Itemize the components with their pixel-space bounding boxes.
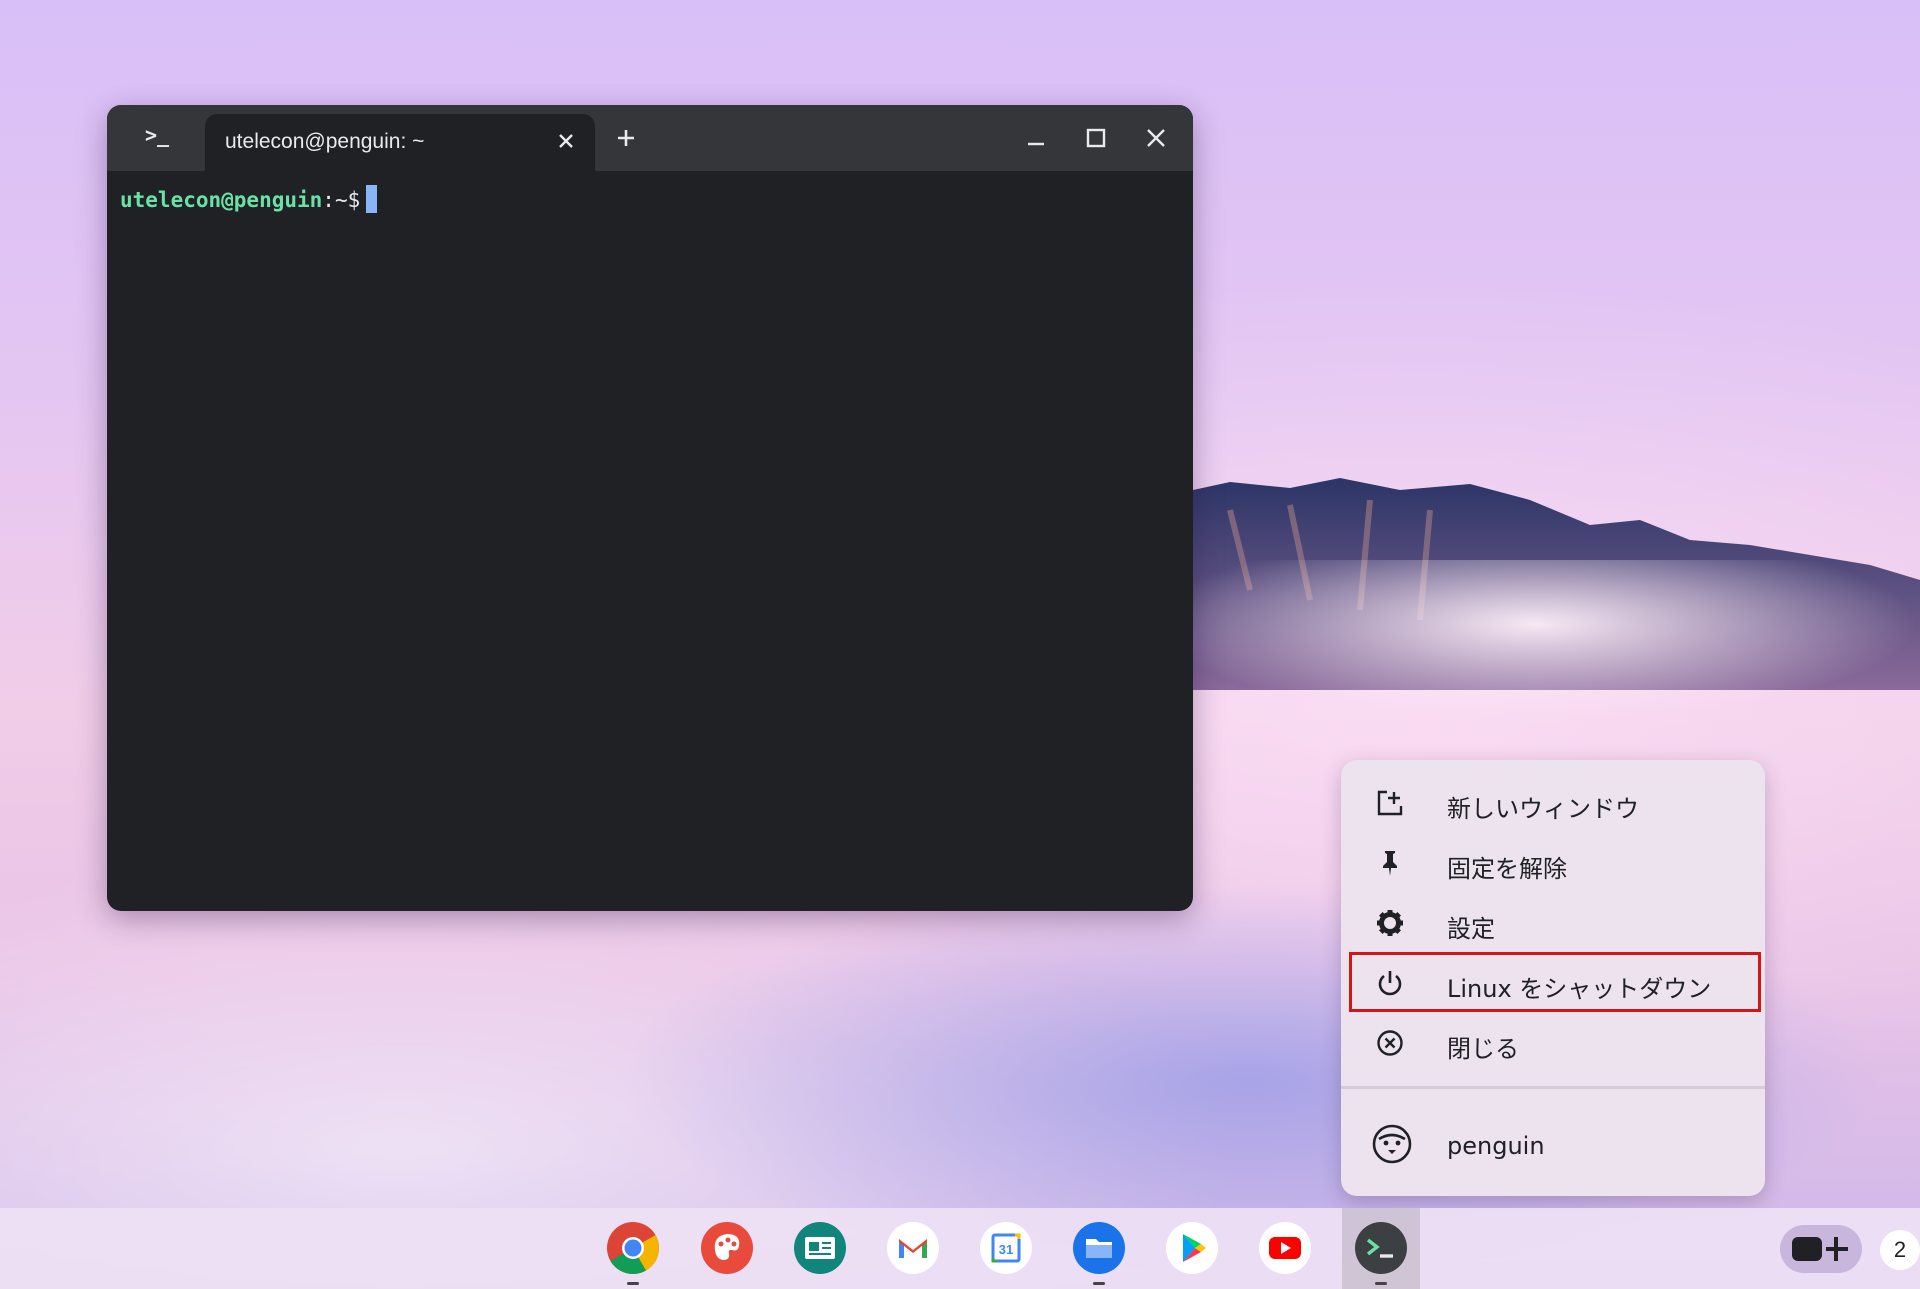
terminal-cursor <box>366 185 378 213</box>
new-tab-icon[interactable] <box>610 122 642 154</box>
unpin-icon <box>1383 851 1397 876</box>
running-indicator <box>627 1282 639 1285</box>
menu-item-close[interactable]: 閉じる <box>1341 1012 1765 1072</box>
menu-label: Linux をシャットダウン <box>1447 975 1712 1003</box>
prompt-path: :~$ <box>322 188 361 212</box>
running-indicator <box>1093 1282 1105 1285</box>
shelf: 31 2 <box>0 1208 1920 1289</box>
menu-label: 設定 <box>1447 915 1495 943</box>
terminal-window[interactable]: >_ utelecon@penguin: ~ utelecon@penguin:… <box>107 105 1193 911</box>
menu-label: 閉じる <box>1447 1035 1519 1063</box>
gear-icon <box>1377 910 1403 936</box>
minimize-icon[interactable] <box>1020 122 1052 154</box>
calendar-date-label: 31 <box>999 1242 1013 1257</box>
shell-prompt: utelecon@penguin:~$ <box>120 185 1180 213</box>
terminal-output[interactable]: utelecon@penguin:~$ <box>107 171 1193 911</box>
tab-title: utelecon@penguin: ~ <box>225 130 425 153</box>
menu-item-unpin[interactable]: 固定を解除 <box>1341 832 1765 892</box>
chrome-icon[interactable] <box>605 1220 661 1276</box>
menu-item-new-window[interactable]: 新しいウィンドウ <box>1341 772 1765 832</box>
files-icon[interactable] <box>1071 1220 1127 1276</box>
status-tray-pill[interactable] <box>1780 1225 1862 1273</box>
running-indicator <box>1375 1282 1387 1285</box>
tray-app-icon <box>1792 1237 1848 1261</box>
calendar-icon[interactable]: 31 <box>978 1220 1034 1276</box>
notification-count-badge[interactable]: 2 <box>1880 1230 1920 1270</box>
wallpaper-fog <box>1150 560 1920 720</box>
youtube-icon[interactable] <box>1257 1220 1313 1276</box>
menu-item-settings[interactable]: 設定 <box>1341 892 1765 952</box>
power-icon <box>1378 971 1402 996</box>
maximize-icon[interactable] <box>1080 122 1112 154</box>
menu-item-shutdown-linux[interactable]: Linux をシャットダウン <box>1349 952 1761 1012</box>
shelf-context-menu: 新しいウィンドウ 固定を解除 設定 Linux をシャットダウン 閉じる pen… <box>1341 760 1765 1196</box>
menu-label: 固定を解除 <box>1447 855 1567 883</box>
terminal-icon[interactable] <box>1353 1220 1409 1276</box>
tab-close-icon[interactable] <box>551 126 581 156</box>
terminal-tab[interactable]: utelecon@penguin: ~ <box>205 114 595 171</box>
prompt-user: utelecon@penguin <box>120 188 323 212</box>
penguin-icon <box>1372 1124 1412 1164</box>
menu-label: 新しいウィンドウ <box>1447 795 1639 823</box>
play-store-icon[interactable] <box>1164 1220 1220 1276</box>
terminal-app-icon: >_ <box>145 123 170 147</box>
terminal-titlebar[interactable]: >_ utelecon@penguin: ~ <box>107 105 1193 171</box>
menu-label: penguin <box>1447 1132 1545 1160</box>
menu-item-container-penguin[interactable]: penguin <box>1341 1113 1765 1173</box>
canvas-icon[interactable] <box>699 1220 755 1276</box>
menu-divider <box>1341 1086 1765 1089</box>
new-window-icon <box>1377 790 1403 816</box>
close-circle-icon <box>1377 1030 1403 1056</box>
close-window-icon[interactable] <box>1140 122 1172 154</box>
gmail-icon[interactable] <box>885 1220 941 1276</box>
news-icon[interactable] <box>792 1220 848 1276</box>
